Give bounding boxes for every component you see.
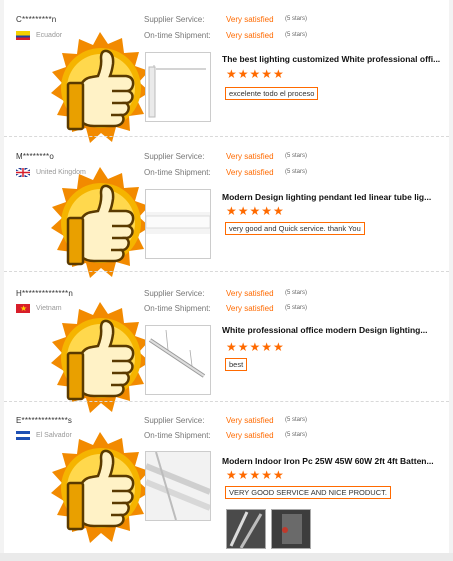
review-stars: ★★★★★ bbox=[226, 204, 285, 218]
product-image[interactable] bbox=[145, 325, 211, 395]
buyer-name: E**************s bbox=[16, 416, 73, 425]
thumbs-up-badge-icon bbox=[48, 430, 153, 548]
review-divider bbox=[4, 271, 449, 272]
product-title-link[interactable]: The best lighting customized White profe… bbox=[222, 54, 447, 64]
product-title-link[interactable]: Modern Design lighting pendant led linea… bbox=[222, 192, 447, 202]
product-title-link[interactable]: Modern Indoor Iron Pc 25W 45W 60W 2ft 4f… bbox=[222, 456, 447, 466]
review-stars: ★★★★★ bbox=[226, 340, 285, 354]
review-divider bbox=[4, 136, 449, 137]
ecuador-flag-icon bbox=[16, 31, 30, 40]
thumbs-up-badge-icon bbox=[48, 165, 153, 283]
product-title-link[interactable]: White professional office modern Design … bbox=[222, 325, 447, 335]
reviews-panel: C*********n Ecuador Supplier Service: Ve… bbox=[4, 0, 449, 561]
tube-light-image bbox=[145, 212, 211, 234]
bottom-strip bbox=[0, 553, 453, 561]
review-divider bbox=[4, 401, 449, 402]
vietnam-flag-icon: ★ bbox=[16, 304, 30, 313]
review-comment: very good and Quick service. thank You bbox=[225, 222, 365, 235]
buyer-name: H**************n bbox=[16, 289, 74, 298]
buyer-name: C*********n bbox=[16, 15, 57, 24]
review-photo-1[interactable] bbox=[226, 509, 266, 549]
office-light-image bbox=[148, 329, 206, 378]
review-comment: best bbox=[225, 358, 248, 371]
review-photo-image bbox=[227, 510, 265, 548]
thumbs-up-badge-icon bbox=[48, 30, 153, 148]
buyer-name: M********o bbox=[16, 152, 55, 161]
review-photo-image bbox=[272, 510, 310, 548]
review-photo-2[interactable] bbox=[271, 509, 311, 549]
review-stars: ★★★★★ bbox=[226, 468, 285, 482]
batten-light-image bbox=[144, 451, 212, 521]
product-image[interactable] bbox=[145, 52, 211, 122]
review-comment: VERY GOOD SERVICE AND NICE PRODUCT. bbox=[225, 486, 391, 499]
product-image[interactable] bbox=[144, 451, 212, 521]
product-image[interactable] bbox=[145, 189, 211, 259]
review-stars: ★★★★★ bbox=[226, 67, 285, 81]
el-salvador-flag-icon bbox=[16, 431, 30, 440]
linear-light-image bbox=[148, 65, 206, 118]
united-kingdom-flag-icon bbox=[16, 168, 30, 177]
review-comment: excelente todo el proceso bbox=[225, 87, 319, 100]
